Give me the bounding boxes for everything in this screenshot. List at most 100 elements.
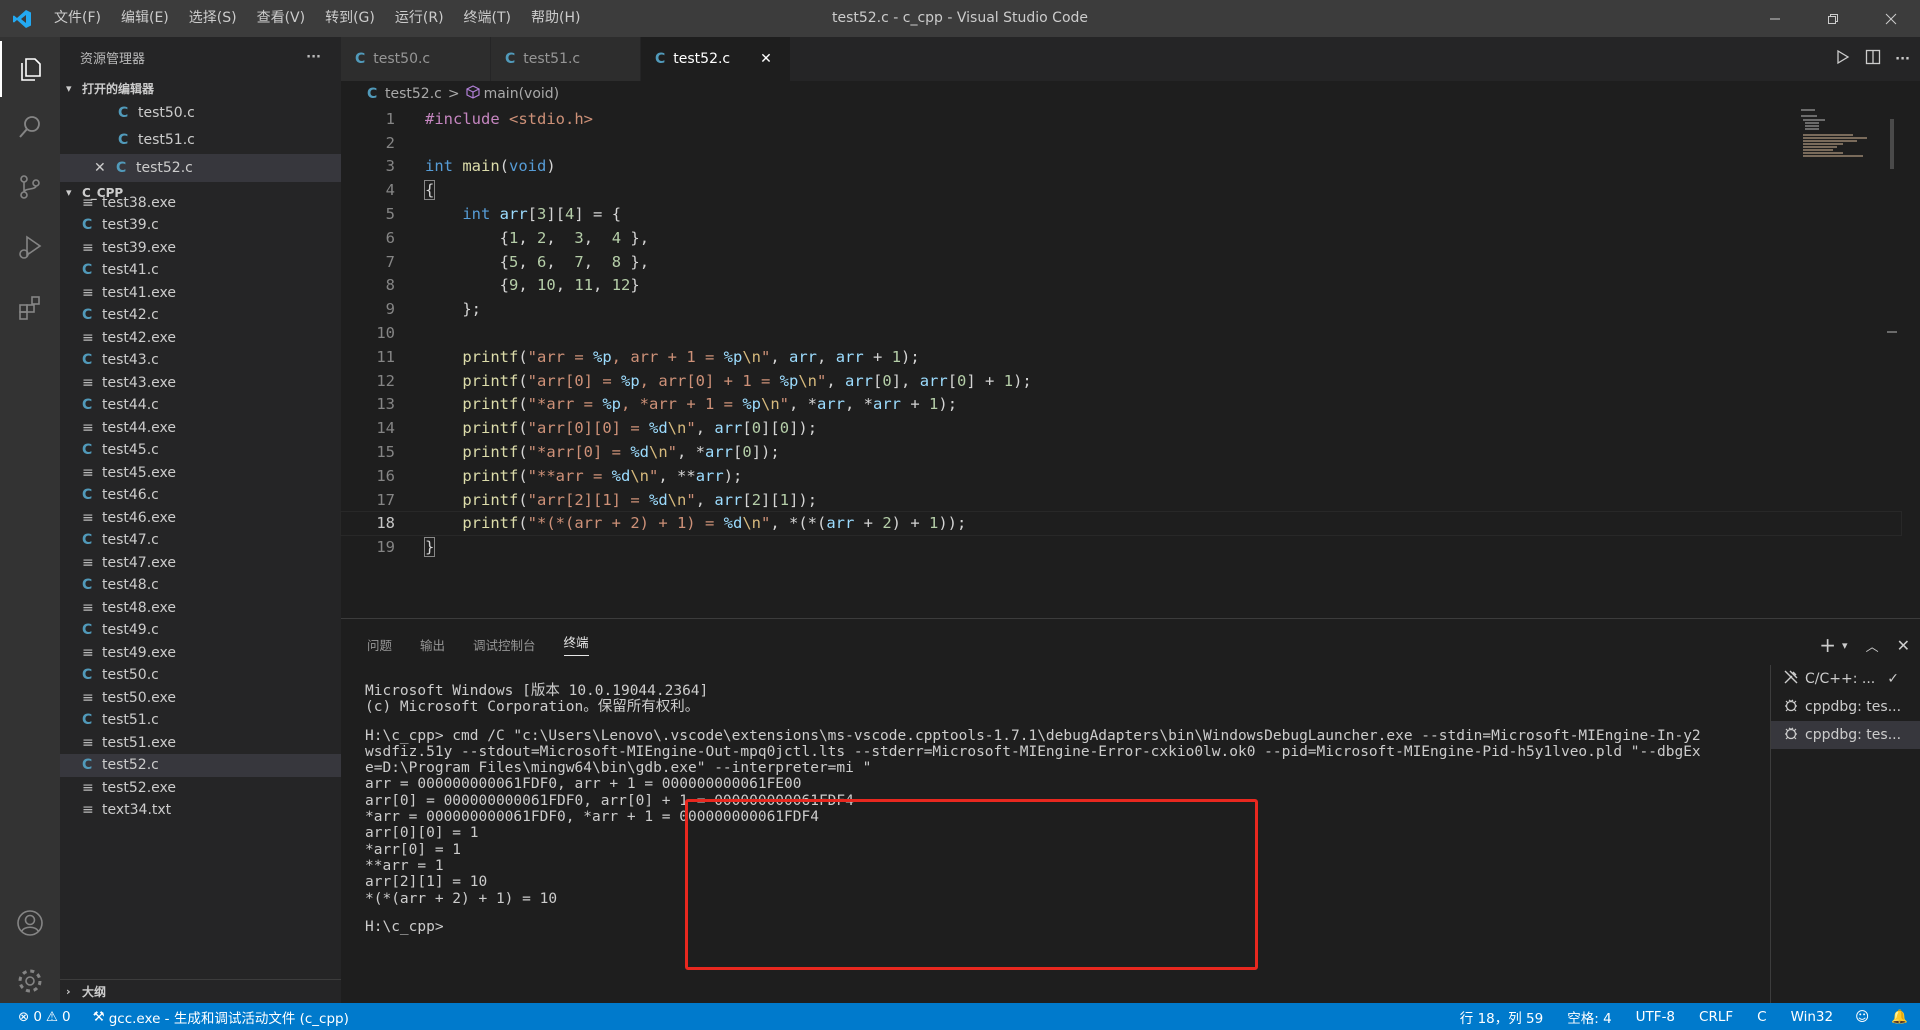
extensions-icon[interactable] [0, 279, 60, 335]
editor-scrollbar[interactable] [1887, 117, 1897, 617]
file-tree-item[interactable]: ≡ test38.exe [60, 192, 341, 215]
minimize-button[interactable] [1746, 0, 1804, 37]
tab-close-icon[interactable]: ✕ [760, 51, 772, 67]
terminal-line: (c) Microsoft Corporation。保留所有权利。 [365, 699, 700, 716]
tab-test51[interactable]: C test51.c [491, 37, 641, 81]
feedback-icon[interactable]: ☺ [1845, 1009, 1879, 1025]
c-file-icon: C [655, 51, 666, 67]
terminal-item-cpp-build[interactable]: C/C++: ... ✓ [1771, 665, 1920, 693]
language-mode[interactable]: C [1745, 1009, 1778, 1025]
code-line: {5, 6, 7, 8 }, [425, 252, 650, 271]
code-editor[interactable]: 1 #include <stdio.h> 2 3 int main(void) 4 {… [340, 107, 1902, 617]
new-terminal-icon[interactable]: + [1819, 633, 1836, 657]
file-tree-item[interactable]: Ctest48.c [60, 574, 341, 597]
split-editor-icon[interactable] [1865, 49, 1881, 69]
run-file-icon[interactable] [1835, 49, 1851, 69]
file-tree-item[interactable]: ≡ test50.exe [60, 687, 341, 710]
menu-run[interactable]: 运行(R) [385, 0, 454, 37]
code-line-current: printf("*(*(arr + 2) + 1) = %d\n", *(*(a… [462, 514, 967, 533]
file-tree-item[interactable]: ≡ text34.txt [60, 799, 341, 822]
chevron-down-icon[interactable]: ▾ [1842, 639, 1848, 652]
account-icon[interactable] [0, 895, 60, 951]
terminal-line: arr = 000000000061FDF0, arr + 1 = 000000… [365, 776, 802, 793]
file-tree-item[interactable]: Ctest41.c [60, 259, 341, 282]
menu-edit[interactable]: 编辑(E) [111, 0, 179, 37]
indentation[interactable]: 空格: 4 [1555, 1007, 1623, 1027]
explorer-icon[interactable] [0, 41, 60, 97]
file-tree-item[interactable]: ≡ test52.exe [60, 777, 341, 800]
c-file-icon: C [118, 132, 129, 149]
exe-file-icon: ≡ [82, 734, 94, 751]
explorer-title: 资源管理器 [80, 51, 146, 67]
platform-config[interactable]: Win32 [1779, 1009, 1846, 1025]
cursor-position[interactable]: 行 18，列 59 [1448, 1007, 1555, 1027]
file-tree-item[interactable]: ≡ test51.exe [60, 732, 341, 755]
file-tree-item[interactable]: Ctest45.c [60, 439, 341, 462]
file-tree-item[interactable]: ≡ test47.exe [60, 552, 341, 575]
tab-debug-console[interactable]: 调试控制台 [473, 635, 536, 654]
run-debug-icon[interactable] [0, 219, 60, 275]
maximize-panel-icon[interactable]: ︿ [1866, 636, 1879, 655]
menu-selection[interactable]: 选择(S) [179, 0, 247, 37]
menu-view[interactable]: 查看(V) [247, 0, 316, 37]
file-tree-item[interactable]: ≡ test44.exe [60, 417, 341, 440]
tools-icon: ⚒ [92, 1008, 105, 1025]
exe-file-icon: ≡ [82, 509, 94, 526]
open-editor-item[interactable]: C test51.c [60, 127, 341, 155]
c-file-icon: C [82, 442, 93, 459]
file-tree-item[interactable]: ≡ test45.exe [60, 462, 341, 485]
task-status[interactable]: ⚒ gcc.exe - 生成和调试活动文件 (c_cpp) [85, 1007, 357, 1027]
search-icon[interactable] [0, 99, 60, 155]
more-actions-icon[interactable]: ··· [306, 50, 321, 65]
file-tree-item[interactable]: Ctest42.c [60, 304, 341, 327]
breadcrumb-symbol[interactable]: main(void) [484, 86, 560, 102]
editor-actions: ··· [1835, 37, 1910, 81]
open-editors-header[interactable]: ▾ 打开的编辑器 [60, 77, 341, 99]
file-tree-item[interactable]: ≡ test42.exe [60, 327, 341, 350]
tab-problems[interactable]: 问题 [367, 635, 392, 654]
tab-terminal[interactable]: 终端 [563, 632, 589, 656]
file-tree-item[interactable]: Ctest47.c [60, 529, 341, 552]
breadcrumb-file[interactable]: test52.c [385, 86, 442, 102]
file-tree-item[interactable]: Ctest51.c [60, 709, 341, 732]
menu-file[interactable]: 文件(F) [44, 0, 111, 37]
source-control-icon[interactable] [0, 159, 60, 215]
tab-test50[interactable]: C test50.c [341, 37, 491, 81]
encoding[interactable]: UTF-8 [1624, 1009, 1687, 1025]
file-tree-item[interactable]: Ctest44.c [60, 394, 341, 417]
exe-file-icon: ≡ [82, 779, 94, 796]
open-editor-item-active[interactable]: ✕ C test52.c [60, 154, 341, 182]
open-editor-item[interactable]: C test50.c [60, 99, 341, 127]
file-tree-item[interactable]: ≡ test43.exe [60, 372, 341, 395]
menu-help[interactable]: 帮助(H) [521, 0, 590, 37]
file-tree-item[interactable]: Ctest50.c [60, 664, 341, 687]
problems-status[interactable]: ⊗ 0 ⚠ 0 [0, 1009, 79, 1025]
terminal-item-cppdbg-active[interactable]: cppdbg: tes... [1771, 721, 1920, 749]
menu-go[interactable]: 转到(G) [315, 0, 385, 37]
menu-terminal[interactable]: 终端(T) [454, 0, 521, 37]
notifications-icon[interactable]: 🔔 [1879, 1009, 1920, 1025]
terminal-item-cppdbg[interactable]: cppdbg: tes... [1771, 693, 1920, 721]
tab-output[interactable]: 输出 [420, 635, 445, 654]
file-tree-item[interactable]: Ctest46.c [60, 484, 341, 507]
close-window-button[interactable] [1862, 0, 1920, 37]
file-tree-item[interactable]: ≡ test46.exe [60, 507, 341, 530]
outline-header[interactable]: › 大纲 [60, 979, 341, 1003]
file-tree-item[interactable]: Ctest43.c [60, 349, 341, 372]
restore-button[interactable] [1804, 0, 1862, 37]
settings-gear-icon[interactable] [0, 953, 60, 1009]
file-tree-item[interactable]: ≡ test48.exe [60, 597, 341, 620]
file-tree-item[interactable]: ≡ test41.exe [60, 282, 341, 305]
code-line: int arr[3][4] = { [462, 205, 622, 224]
minimap[interactable] [1791, 107, 1901, 617]
close-icon[interactable]: ✕ [94, 160, 116, 176]
file-tree-item[interactable]: Ctest39.c [60, 214, 341, 237]
file-tree-item[interactable]: Ctest52.c [60, 754, 341, 777]
close-panel-icon[interactable]: ✕ [1897, 636, 1910, 655]
file-tree-item[interactable]: ≡ test39.exe [60, 237, 341, 260]
more-actions-icon[interactable]: ··· [1895, 52, 1910, 67]
line-ending[interactable]: CRLF [1687, 1009, 1745, 1025]
tab-test52[interactable]: C test52.c ✕ [641, 37, 791, 81]
file-tree-item[interactable]: ≡ test49.exe [60, 642, 341, 665]
file-tree-item[interactable]: Ctest49.c [60, 619, 341, 642]
